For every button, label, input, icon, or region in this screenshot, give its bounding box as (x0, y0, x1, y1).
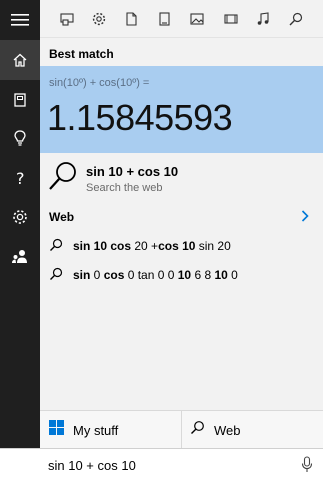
photos-filter-icon[interactable] (187, 9, 207, 29)
suggestion-match-text: 10 (177, 268, 192, 282)
svg-text:?: ? (16, 169, 25, 187)
web-suggestion-item[interactable]: sin 10 cos 20 +cos 10 sin 20 (40, 233, 323, 259)
tab-my-stuff[interactable]: My stuff (49, 411, 118, 449)
settings-icon (11, 208, 29, 226)
search-the-web-item[interactable]: sin 10 + cos 10 Search the web (40, 158, 323, 202)
notebook-icon (12, 92, 28, 108)
notebook-button[interactable] (0, 80, 40, 120)
feedback-button[interactable] (0, 237, 40, 277)
calculator-expression: sin(10º) + cos(10º) = (49, 77, 150, 89)
chevron-right-icon[interactable] (301, 209, 309, 227)
apps-filter-icon[interactable] (57, 9, 77, 29)
calculator-result-card[interactable]: sin(10º) + cos(10º) = 1.15845593 (40, 66, 323, 153)
suggestion-match-text: 10 (214, 268, 228, 282)
settings-filter-icon[interactable] (89, 9, 109, 29)
suggestion-text: sin 0 cos 0 tan 0 0 10 6 8 10 0 (73, 268, 238, 282)
videos-filter-icon[interactable] (221, 9, 241, 29)
best-match-heading: Best match (49, 47, 114, 61)
search-icon (48, 161, 78, 198)
feedback-icon (11, 248, 29, 266)
results-panel: Best match sin(10º) + cos(10º) = 1.15845… (40, 38, 323, 410)
suggestion-match-text: sin (73, 268, 91, 282)
folders-filter-icon[interactable] (154, 9, 174, 29)
home-icon (12, 52, 28, 68)
search-box (0, 448, 323, 480)
suggestion-plain-text: 6 8 (191, 268, 215, 282)
scope-tabs: My stuff Web (40, 410, 323, 449)
search-icon (49, 238, 63, 257)
filter-bar (40, 0, 323, 38)
home-button[interactable] (0, 40, 40, 80)
hamburger-menu-button[interactable] (0, 0, 40, 40)
suggestion-text: sin 10 cos 20 +cos 10 sin 20 (73, 239, 231, 253)
calculator-result: 1.15845593 (47, 97, 233, 138)
tab-divider (181, 411, 182, 449)
suggestion-plain-text: sin 20 (195, 239, 231, 253)
lightbulb-icon (12, 129, 28, 147)
web-filter-icon[interactable] (286, 9, 306, 29)
help-icon: ? (12, 169, 28, 187)
tips-button[interactable] (0, 118, 40, 158)
suggestion-match-text: cos (103, 268, 125, 282)
search-input[interactable] (48, 456, 288, 474)
web-search-query: sin 10 + cos 10 (86, 164, 179, 179)
settings-button[interactable] (0, 197, 40, 237)
suggestion-plain-text: 20 + (131, 239, 159, 253)
web-suggestion-item[interactable]: sin 0 cos 0 tan 0 0 10 6 8 10 0 (40, 262, 323, 288)
search-icon (190, 420, 205, 440)
suggestion-plain-text: 0 (227, 268, 238, 282)
windows-logo-icon (49, 420, 64, 440)
microphone-icon[interactable] (301, 456, 313, 478)
web-heading: Web (49, 210, 75, 224)
tab-web[interactable]: Web (190, 411, 241, 449)
suggestion-match-text: cos 10 (158, 239, 196, 253)
tab-web-label: Web (214, 422, 241, 438)
left-rail: ? (0, 0, 40, 480)
hamburger-menu-icon (11, 13, 29, 27)
suggestion-match-text: sin 10 cos (73, 239, 132, 253)
search-icon (49, 267, 63, 286)
tab-my-stuff-label: My stuff (73, 422, 119, 438)
web-search-subtitle: Search the web (86, 182, 163, 194)
help-button[interactable]: ? (0, 158, 40, 198)
suggestion-plain-text: 0 tan 0 0 (124, 268, 178, 282)
suggestion-plain-text: 0 (90, 268, 104, 282)
music-filter-icon[interactable] (253, 9, 273, 29)
documents-filter-icon[interactable] (121, 9, 141, 29)
